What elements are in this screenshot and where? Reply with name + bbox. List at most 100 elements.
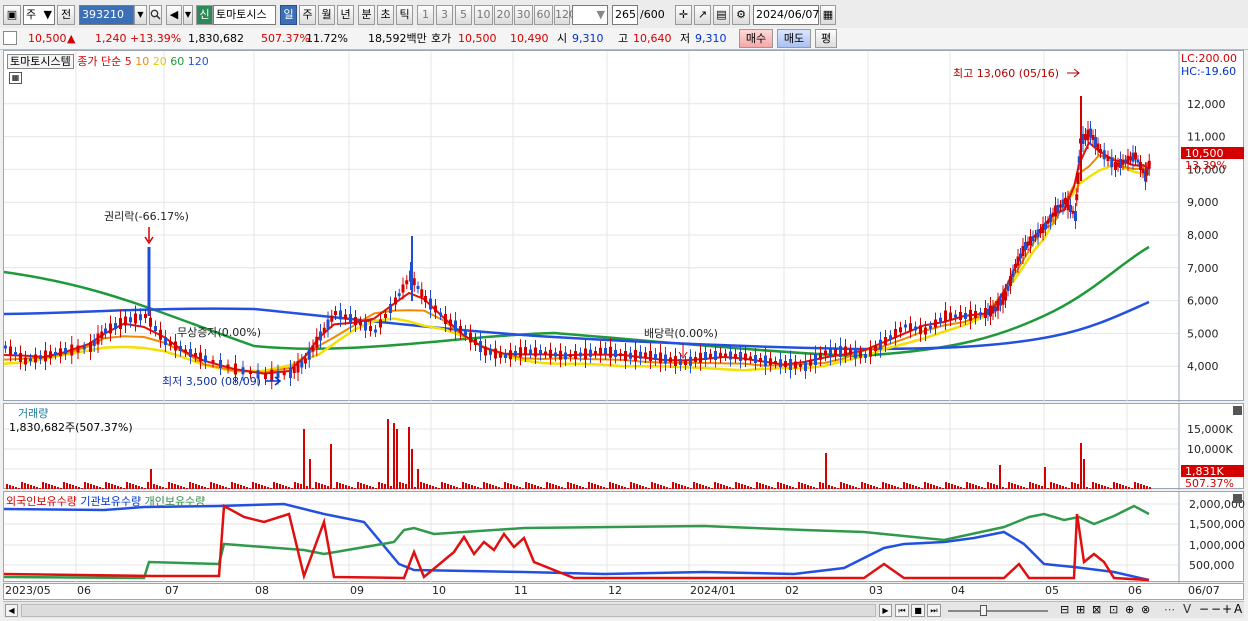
volume-bar (861, 482, 863, 489)
volume-panel[interactable]: 15,000K 10,000K 1,831K 507.37% 거래량 1,830,68… (3, 403, 1245, 490)
crosshair-icon[interactable]: ✛ (675, 5, 692, 25)
volume-bar (366, 485, 368, 489)
candle-body (949, 312, 952, 320)
period-month-button[interactable]: 월 (318, 5, 335, 25)
volume-bar (984, 488, 986, 489)
price-panel[interactable]: 12,000 11,000 10,000 9,000 8,000 7,000 6,000 5,… (3, 50, 1245, 402)
volume-bar (1125, 486, 1127, 489)
lock-icon[interactable]: ⊗ (1141, 603, 1150, 616)
interval-20-button[interactable]: 20 (494, 5, 513, 25)
interval-custom-select[interactable]: ▼ (572, 5, 608, 25)
panel-close-icon[interactable] (1233, 494, 1242, 503)
last-page-icon[interactable]: ⏭ (927, 604, 941, 617)
calendar-icon[interactable]: ▦ (820, 5, 836, 25)
search-icon[interactable] (149, 5, 162, 25)
period-year-button[interactable]: 년 (337, 5, 354, 25)
gear-icon[interactable]: ⚙ (732, 5, 750, 25)
candle-body (129, 317, 132, 323)
window-icon[interactable]: ▣ (3, 5, 21, 25)
reset-icon[interactable]: ⊠ (1092, 603, 1101, 616)
price-chart[interactable]: 12,00011,00010,0009,0008,0007,0006,0005,… (4, 51, 1245, 402)
volume-bar (1080, 443, 1082, 489)
scroll-left-icon[interactable]: ◀ (5, 604, 18, 617)
chart-options-icon[interactable]: ⋯ (1164, 603, 1175, 616)
interval-1-button[interactable]: 1 (417, 5, 434, 25)
x-axis-label: 12 (608, 584, 622, 597)
stock-code-input[interactable]: 393210 (79, 5, 134, 25)
legend-stock-name[interactable]: 토마토시스템 (7, 54, 74, 69)
scroll-right-icon[interactable]: ▶ (879, 604, 892, 617)
speaker-icon[interactable]: ◀ (166, 5, 182, 25)
volume-bar (276, 483, 278, 489)
x-axis-label: 2024/01 (690, 584, 736, 597)
period-second-button[interactable]: 초 (377, 5, 394, 25)
candle-body (334, 311, 337, 315)
stop-icon[interactable]: ■ (911, 604, 925, 617)
scroll-track[interactable] (21, 604, 876, 617)
volume-chart[interactable]: 15,000K10,000K1,831K507.37% (4, 404, 1245, 490)
minus-icon[interactable]: − (1199, 602, 1209, 616)
period-tick-button[interactable]: 틱 (396, 5, 413, 25)
volume-bar (195, 484, 197, 489)
candle-body (599, 347, 602, 356)
holdings-panel[interactable]: 2,000,000 1,500,000 1,000,000 500,000 외국인보유… (3, 491, 1245, 583)
volume-bar (111, 484, 113, 489)
zoom-in-icon[interactable]: ⊞ (1076, 603, 1085, 616)
candle-body (311, 345, 315, 352)
buy-button[interactable]: 매수 (739, 29, 773, 48)
chart-type-select[interactable]: 주 ▼ (23, 5, 55, 25)
candle-body (1076, 173, 1080, 184)
save-icon[interactable]: ▤ (713, 5, 730, 25)
quote-checkbox[interactable] (3, 31, 17, 45)
zoom-slider[interactable] (948, 605, 1048, 616)
volume-bar (738, 483, 740, 489)
interval-60-button[interactable]: 60 (534, 5, 553, 25)
volume-bar (210, 482, 212, 489)
plus-icon[interactable]: + (1222, 602, 1232, 616)
flat-button[interactable]: 평 (815, 29, 837, 48)
sell-button[interactable]: 매도 (777, 29, 811, 48)
panel-close-icon[interactable] (1233, 406, 1242, 415)
period-week-button[interactable]: 주 (299, 5, 316, 25)
first-page-icon[interactable]: ⏮ (895, 604, 909, 617)
volume-bar (978, 486, 980, 489)
grid-toggle-icon[interactable]: ▦ (9, 72, 22, 84)
prev-button[interactable]: 전 (57, 5, 75, 25)
font-size-icon[interactable]: A (1234, 602, 1242, 616)
candle-body (954, 314, 957, 318)
candle-body (119, 318, 122, 329)
volume-bar (207, 488, 209, 489)
period-minute-button[interactable]: 분 (358, 5, 375, 25)
chevron-down-icon[interactable]: ᐯ (1183, 602, 1191, 616)
settings-icon[interactable]: ⊕ (1125, 603, 1134, 616)
volume-bar (516, 486, 518, 489)
date-input[interactable]: 2024/06/07 (753, 5, 819, 25)
dash-icon[interactable]: − (1211, 602, 1221, 616)
volume-bar (135, 485, 137, 489)
fit-icon[interactable]: ⊡ (1109, 603, 1118, 616)
volume-bar (402, 483, 404, 489)
code-dropdown-icon[interactable]: ▼ (134, 5, 147, 25)
interval-30-button[interactable]: 30 (514, 5, 533, 25)
zoom-out-icon[interactable]: ⊟ (1060, 603, 1069, 616)
volume-bar (33, 486, 35, 489)
candle-body (514, 351, 517, 356)
volume-bar (711, 488, 713, 489)
speaker-dropdown-icon[interactable]: ▼ (183, 5, 193, 25)
interval-5-button[interactable]: 5 (455, 5, 472, 25)
candle-body (374, 329, 377, 333)
candle-body (424, 296, 427, 302)
candle-body (604, 348, 607, 354)
interval-3-button[interactable]: 3 (436, 5, 453, 25)
volume-bar (792, 487, 794, 489)
drawing-tool-icon[interactable]: ↗ (694, 5, 711, 25)
period-day-button[interactable]: 일 (280, 5, 297, 25)
count-input[interactable]: 265 (612, 5, 638, 25)
volume-bar (948, 483, 950, 489)
volume-bar (786, 485, 788, 489)
holdings-y-tick: 1,500,000 (1189, 518, 1245, 531)
stock-name-field[interactable]: 토마토시스 (213, 5, 276, 25)
interval-10-button[interactable]: 10 (474, 5, 493, 25)
x-axis-label: 11 (514, 584, 528, 597)
interval-120-button[interactable]: 120 (554, 5, 576, 25)
